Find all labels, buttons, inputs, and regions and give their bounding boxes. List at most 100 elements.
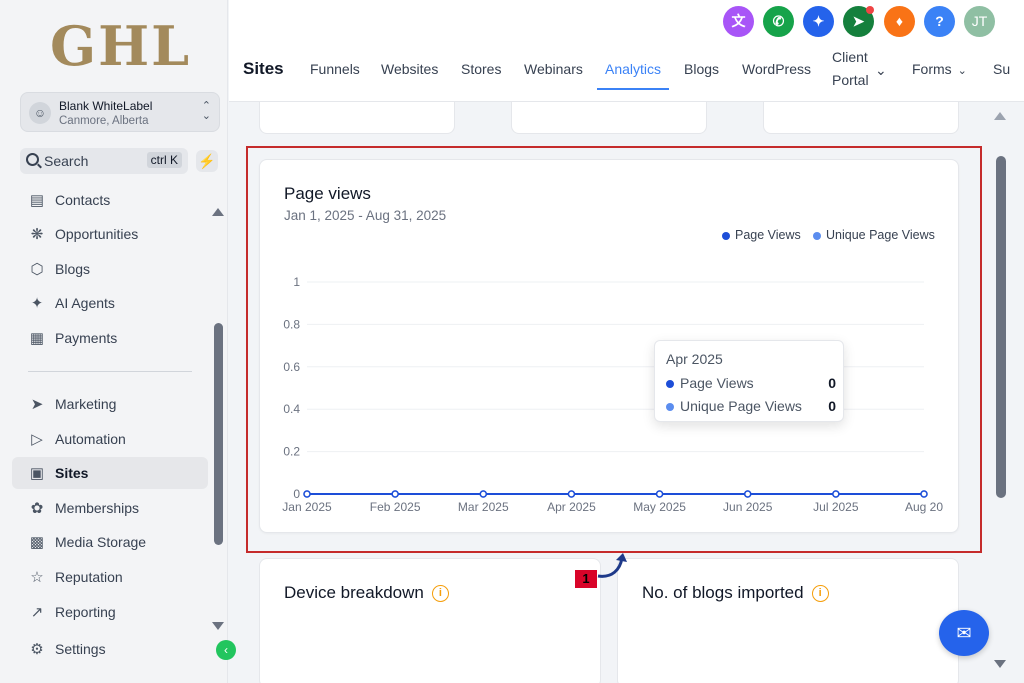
x-tick-label: Mar 2025 bbox=[458, 500, 509, 514]
tooltip-row-unique-page-views: Unique Page Views 0 bbox=[666, 398, 836, 414]
tab-forms[interactable]: Forms ⌄ bbox=[912, 61, 967, 77]
info-icon[interactable]: i bbox=[811, 585, 829, 603]
tab-wordpress[interactable]: WordPress bbox=[742, 61, 811, 77]
sidebar-item-label: Automation bbox=[55, 431, 126, 447]
info-icon[interactable]: i bbox=[431, 585, 449, 603]
tab-analytics[interactable]: Analytics bbox=[605, 61, 661, 77]
send-icon: ➤ bbox=[30, 396, 44, 413]
bell-icon[interactable]: ♦ bbox=[884, 6, 915, 37]
gear-icon: ⚙ bbox=[30, 641, 44, 658]
page-views-card: Page views Jan 1, 2025 - Aug 31, 2025 Pa… bbox=[259, 159, 959, 533]
y-tick-label: 0.8 bbox=[283, 317, 300, 331]
sidebar-item-sites[interactable]: ▣ Sites bbox=[12, 457, 208, 489]
collapse-sidebar-button[interactable]: ‹ bbox=[216, 640, 236, 660]
chevron-down-icon: ⌄ bbox=[957, 65, 967, 77]
y-tick-label: 0.4 bbox=[283, 402, 300, 416]
sidebar-item-ai-agents[interactable]: ✦ AI Agents bbox=[12, 287, 208, 319]
tab-webinars[interactable]: Webinars bbox=[524, 61, 583, 77]
quick-action-bolt-icon[interactable]: ⚡ bbox=[196, 150, 218, 172]
x-tick-label: Jul 2025 bbox=[813, 500, 859, 514]
sparkle-icon[interactable]: ✦ bbox=[803, 6, 834, 37]
brand-logo: GHL bbox=[50, 14, 192, 78]
sidebar-item-label: Reputation bbox=[55, 569, 123, 585]
sidebar-item-marketing[interactable]: ➤ Marketing bbox=[12, 388, 208, 420]
opportunities-icon: ❋ bbox=[30, 226, 44, 243]
main-scroll-up-icon[interactable] bbox=[994, 112, 1006, 120]
tooltip-dot bbox=[666, 380, 674, 389]
blogs-imported-label: No. of blogs imported bbox=[642, 583, 804, 602]
data-point bbox=[391, 490, 399, 498]
chevron-updown-icon: ⌃ ⌄ bbox=[201, 100, 211, 122]
section-title: Sites bbox=[243, 59, 284, 78]
y-tick-label: 0.6 bbox=[283, 360, 300, 374]
sidebar-item-settings[interactable]: ⚙ Settings bbox=[12, 633, 208, 665]
chevron-down-icon[interactable]: ⌄ bbox=[875, 62, 887, 79]
star-icon: ☆ bbox=[30, 569, 44, 586]
sidebar-item-label: Media Storage bbox=[55, 534, 147, 550]
sidebar-item-media-storage[interactable]: ▩ Media Storage bbox=[12, 526, 208, 558]
sidebar-item-blogs[interactable]: ⬡ Blogs bbox=[12, 253, 208, 285]
phone-icon[interactable]: ✆ bbox=[763, 6, 794, 37]
sidebar-divider bbox=[28, 371, 192, 372]
device-breakdown-title: Device breakdown i bbox=[284, 583, 449, 603]
search-input[interactable]: Search ctrl K bbox=[20, 148, 188, 174]
sidebar-item-memberships[interactable]: ✿ Memberships bbox=[12, 492, 208, 524]
active-tab-underline bbox=[597, 88, 669, 90]
data-point bbox=[567, 490, 576, 498]
trend-icon: ↗ bbox=[30, 604, 44, 621]
translate-icon[interactable]: 文 bbox=[723, 6, 754, 37]
x-tick-label: Apr 2025 bbox=[547, 500, 596, 514]
tab-stores[interactable]: Stores bbox=[461, 61, 501, 77]
sidebar-item-label: Marketing bbox=[55, 396, 117, 412]
device-breakdown-card: Device breakdown i bbox=[259, 558, 601, 683]
tab-client-portal-line2: Portal bbox=[832, 72, 869, 88]
tab-blogs[interactable]: Blogs bbox=[684, 61, 719, 77]
tab-client-portal[interactable]: Client Portal bbox=[832, 49, 869, 88]
sidebar-item-label: AI Agents bbox=[55, 295, 115, 311]
data-point bbox=[303, 490, 311, 498]
feedback-button[interactable]: ✉ bbox=[939, 610, 989, 656]
annotation-arrow-icon bbox=[597, 553, 627, 578]
sidebar-item-payments[interactable]: ▦ Payments bbox=[12, 322, 208, 354]
sidebar-item-reputation[interactable]: ☆ Reputation bbox=[12, 561, 208, 593]
tab-forms-label: Forms bbox=[912, 61, 952, 77]
sparkle-icon: ✦ bbox=[30, 295, 44, 312]
search-icon bbox=[26, 153, 39, 166]
account-avatar-icon: ☺ bbox=[29, 102, 51, 124]
cube-icon: ⬡ bbox=[30, 261, 44, 278]
tab-funnels[interactable]: Funnels bbox=[310, 61, 360, 77]
notification-dot bbox=[866, 6, 874, 14]
main-scrollbar[interactable] bbox=[996, 156, 1006, 498]
y-tick-label: 1 bbox=[293, 275, 300, 289]
user-avatar[interactable]: JT bbox=[964, 6, 995, 37]
account-name: Blank WhiteLabel bbox=[59, 99, 153, 113]
sidebar-item-label: Reporting bbox=[55, 604, 116, 620]
play-circle-icon: ▷ bbox=[31, 431, 43, 448]
sidebar-scrollbar[interactable] bbox=[214, 323, 223, 545]
stat-card bbox=[511, 102, 707, 134]
sidebar-item-label: Opportunities bbox=[55, 226, 139, 242]
sidebar-item-automation[interactable]: ▷ Automation bbox=[12, 423, 208, 455]
tooltip-value: 0 bbox=[828, 375, 836, 391]
x-tick-label: Feb 2025 bbox=[370, 500, 421, 514]
tab-overflow[interactable]: Su bbox=[993, 61, 1010, 77]
sidebar-item-label: Settings bbox=[55, 641, 106, 657]
tooltip-label: Page Views bbox=[680, 375, 754, 391]
chart-tooltip: Apr 2025 Page Views 0 Unique Page Views … bbox=[654, 340, 844, 422]
sidebar-scroll-up-icon[interactable] bbox=[212, 208, 224, 216]
x-tick-label: Aug 20 bbox=[905, 500, 943, 514]
sidebar-item-reporting[interactable]: ↗ Reporting bbox=[12, 596, 208, 628]
help-icon[interactable]: ? bbox=[924, 6, 955, 37]
tab-client-portal-line1: Client bbox=[832, 49, 868, 65]
account-switcher[interactable]: ☺ Blank WhiteLabel Canmore, Alberta ⌃ ⌄ bbox=[20, 92, 220, 132]
sidebar-scroll-down-icon[interactable] bbox=[212, 622, 224, 630]
sidebar-item-contacts[interactable]: ▤ Contacts bbox=[12, 184, 208, 216]
blogs-imported-title: No. of blogs imported i bbox=[642, 583, 829, 603]
main-scroll-down-icon[interactable] bbox=[994, 660, 1006, 668]
sidebar-item-label: Memberships bbox=[55, 500, 140, 516]
tab-websites[interactable]: Websites bbox=[381, 61, 438, 77]
sidebar-item-opportunities[interactable]: ❋ Opportunities bbox=[12, 218, 208, 250]
sidebar-item-label: Blogs bbox=[55, 261, 91, 277]
data-point bbox=[479, 490, 488, 498]
page-views-chart[interactable]: 10.80.60.40.20Jan 2025 Feb 2025 Mar 2025 Ap… bbox=[260, 160, 960, 534]
